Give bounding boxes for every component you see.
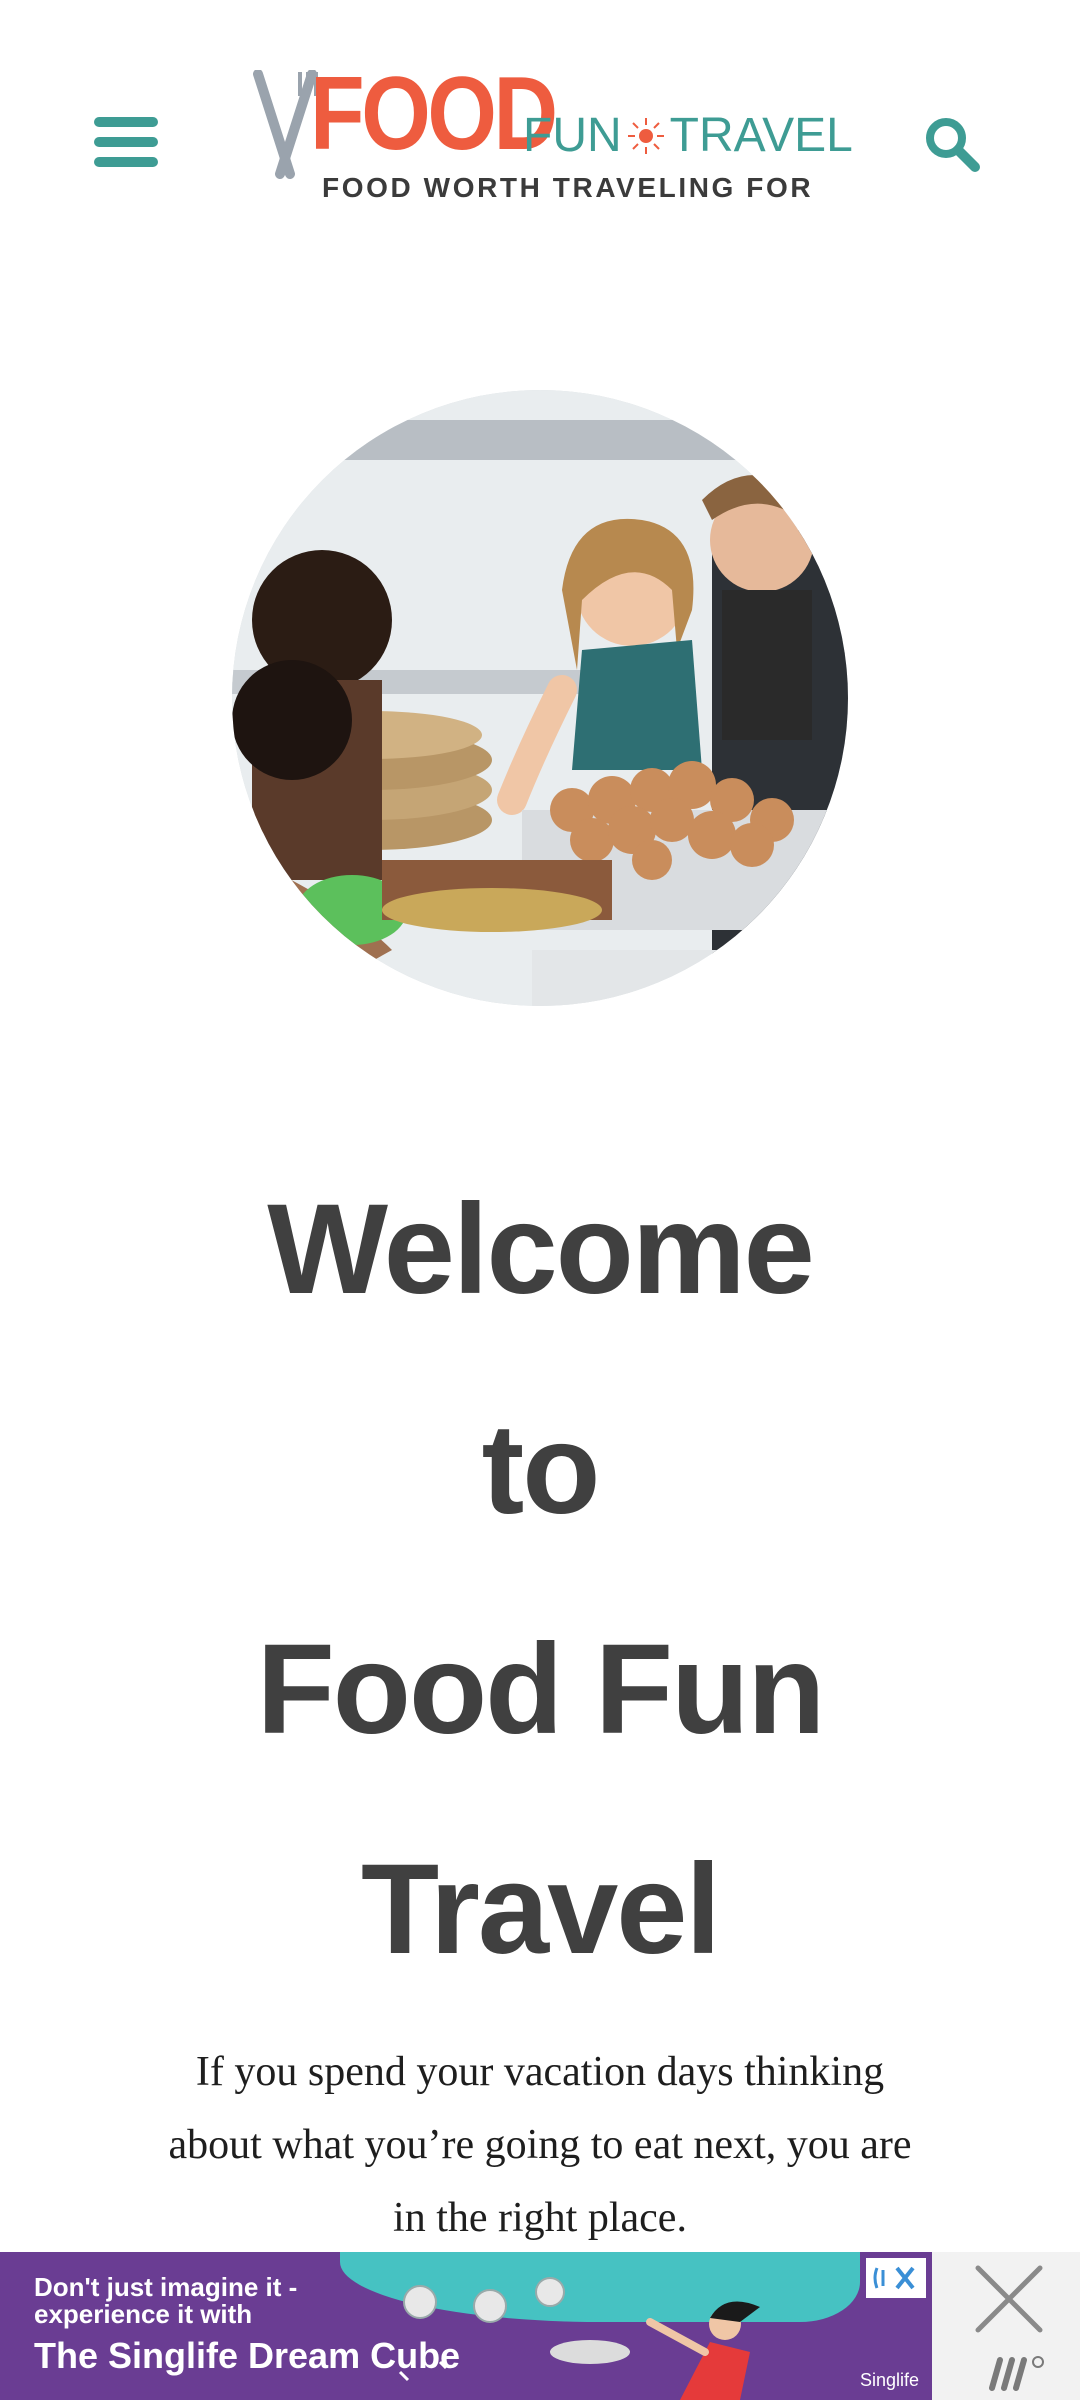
site-logo[interactable]: FOOD FUN TRAVEL FOOD WORTH TRAVELING FOR [240, 56, 853, 212]
logo-food-text: FOOD [310, 56, 558, 172]
logo-fun-text: FUN [523, 109, 622, 162]
menu-bar [94, 137, 158, 147]
headline-line: to [481, 1398, 601, 1541]
intro-paragraph: If you spend your vacation days thinking… [168, 2049, 912, 2241]
logo-tagline: FOOD WORTH TRAVELING FOR [322, 172, 814, 203]
ad-container: Don't just imagine it - experience it wi… [0, 2252, 1080, 2400]
hero-photo [232, 390, 848, 1006]
close-icon[interactable] [964, 2254, 1054, 2344]
page-headline: Welcome to Food Fun Travel [100, 1140, 980, 2020]
headline-line: Welcome [267, 1178, 815, 1321]
site-header: FOOD FUN TRAVEL FOOD WORTH TRAVELING FOR [0, 0, 1080, 290]
menu-bar [94, 117, 158, 127]
logo-travel-text: TRAVEL [669, 109, 853, 162]
ad-headline-large: The Singlife Dream Cube [34, 2335, 461, 2376]
ad-illustration [398, 2277, 760, 2400]
logo-fun-travel: FUN TRAVEL [523, 112, 853, 160]
ad-choices-icon [873, 2266, 915, 2290]
ad-brand-label: Singlife [860, 2370, 920, 2390]
menu-bar [94, 157, 158, 167]
headline-line: Food Fun [256, 1618, 826, 1761]
search-icon [926, 118, 980, 172]
hero-illustration [232, 390, 848, 1006]
ad-choices-button[interactable] [866, 2258, 926, 2298]
ad-network-icon [989, 2356, 1044, 2391]
headline-line: Travel [360, 1838, 721, 1981]
sun-icon [627, 118, 664, 154]
ad-headline-small: Don't just imagine it - experience it wi… [34, 2272, 298, 2330]
ad-banner[interactable]: Don't just imagine it - experience it wi… [0, 2252, 932, 2400]
hamburger-menu-button[interactable] [78, 100, 174, 184]
search-button[interactable] [902, 96, 1002, 192]
